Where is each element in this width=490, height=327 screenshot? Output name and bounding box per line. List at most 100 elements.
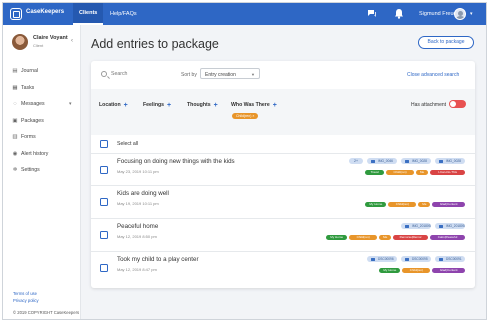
attachment-chip[interactable]: IMG_0028 [401,158,431,164]
nav-help-faqs[interactable]: Help/FAQs [110,11,137,17]
page-title: Add entries to package [91,37,219,51]
who-filter-tag[interactable]: Child(ren) × [232,113,259,119]
plus-icon[interactable]: + [124,102,128,109]
bell-icon[interactable] [394,8,404,19]
sidebar: Claire Voyant Client ‹ ▤ Journal ▦ Tasks ◌ Me… [3,25,81,319]
entry-row: Kids are doing well May 19, 2019 10:11 pm… [91,185,475,218]
image-icon [405,224,409,228]
image-icon [439,257,443,261]
attachment-chip[interactable]: DSC00096 [367,256,397,262]
forms-icon: ▥ [12,134,18,140]
filter-label: Feelings [143,102,165,108]
attachment-chip[interactable]: IMG_20180927_1... [401,223,431,229]
entry-checkbox[interactable] [100,231,108,239]
sidebar-item-alert-history[interactable]: ◉ Alert history [3,146,81,163]
entry-title[interactable]: Focusing on doing new things with the ki… [117,158,235,165]
messages-icon: ◌ [13,101,17,107]
packages-icon: ▣ [12,117,18,124]
entry-date: May 12, 2019 8:47 pm [117,267,157,272]
terms-link[interactable]: Terms of use [13,291,37,296]
entry-title[interactable]: Kids are doing well [117,190,169,197]
sidebar-menu: ▤ Journal ▦ Tasks ◌ Messages ▾ ▣ Packages ▥ Forms ◉… [3,63,81,179]
app-window: CaseKeepers Clients Help/FAQs Sigmund Fr… [2,2,487,320]
attachment-chip[interactable]: DSC00091 [435,256,465,262]
attachment-chip[interactable]: IMG_20180927_1... [435,223,465,229]
entry-date: May 23, 2019 10:11 pm [117,169,159,174]
attachment-name: IMG_20180927_1... [412,224,431,228]
entry-date: May 12, 2019 8:50 pm [117,234,157,239]
entries-card: Sort by Entry creation ▼ Close advanced … [91,61,475,288]
plus-icon[interactable]: + [273,102,277,109]
tag-chip: My Home [326,235,348,240]
tag-label: Child(ren) [236,114,252,118]
sidebar-item-settings[interactable]: ✲ Settings [3,162,81,179]
entry-checkbox[interactable] [100,198,108,206]
filter-label: Location [99,102,121,108]
has-attachment-toggle[interactable] [449,100,466,108]
filter-who-was-there[interactable]: Who Was There + [231,101,277,109]
back-to-package-button[interactable]: Back to package [418,36,474,49]
sidebar-item-label: Forms [21,134,36,140]
entry-checkbox[interactable] [100,264,108,272]
journal-icon: ▤ [12,68,18,74]
sort-select[interactable]: Entry creation ▼ [200,68,260,79]
sort-label: Sort by [181,72,197,78]
attachment-chip[interactable]: IMG_0046 [367,158,397,164]
tag-chip: Glad|Content [432,202,465,207]
copyright-text: © 2019 COPYRIGHT CaseKeepers [13,310,80,315]
close-advanced-search-link[interactable]: Close advanced search [407,72,459,78]
filter-feelings[interactable]: Feelings + [143,101,171,109]
tag-chip: Me [418,202,431,207]
entry-row: Took my child to a play center May 12, 20… [91,251,475,284]
tag-chip: Calm|Peaceful [430,235,465,240]
filter-location[interactable]: Location + [99,101,128,109]
image-icon [371,257,375,261]
sort-value: Entry creation [205,71,236,78]
close-icon[interactable]: × [252,114,254,118]
sidebar-item-journal[interactable]: ▤ Journal [3,63,81,80]
entry-checkbox[interactable] [100,166,108,174]
more-attachments-count[interactable]: 2+ [349,158,363,164]
tag-chip: Child(ren) [349,235,378,240]
privacy-link[interactable]: Privacy policy [13,298,39,303]
chat-icon[interactable] [367,8,377,18]
user-name[interactable]: Sigmund Freud [419,11,457,17]
select-all-checkbox[interactable] [100,140,108,148]
plus-icon[interactable]: + [167,102,171,109]
attachment-name: DSC00091 [446,257,462,261]
entry-row: Peaceful home May 12, 2019 8:50 pm IMG_201… [91,218,475,251]
brand-name: CaseKeepers [26,9,65,15]
search-input[interactable] [111,69,171,78]
entry-title[interactable]: Peaceful home [117,223,158,230]
sidebar-item-label: Packages [21,117,44,124]
image-icon [371,159,375,163]
user-menu-caret-icon[interactable]: ▾ [470,11,473,17]
client-avatar [12,34,28,50]
filter-thoughts[interactable]: Thoughts + [187,101,218,109]
image-icon [439,159,443,163]
sidebar-item-label: Settings [21,167,40,173]
attachment-name: IMG_0046 [378,159,393,163]
attachment-chip[interactable]: IMG_0028 [435,158,465,164]
collapse-chevron-icon[interactable]: ‹ [71,38,73,44]
client-role: Client [33,43,44,48]
sidebar-item-tasks[interactable]: ▦ Tasks [3,80,81,97]
sidebar-item-label: Messages [21,101,45,107]
tag-chip: Child(ren) [402,268,431,273]
top-navbar: CaseKeepers Clients Help/FAQs Sigmund Fr… [3,3,486,25]
chevron-down-icon: ▼ [251,71,255,77]
tag-chip: Glad|Content [432,268,465,273]
attachment-name: IMG_0028 [446,159,461,163]
plus-icon[interactable]: + [214,102,218,109]
user-avatar[interactable] [454,8,466,20]
search-icon [101,71,107,77]
sidebar-item-packages[interactable]: ▣ Packages [3,113,81,130]
select-all-label: Select all [117,141,139,147]
tag-chip: My Home [365,202,387,207]
attachment-chip[interactable]: DSC00095 [401,256,431,262]
sidebar-item-forms[interactable]: ▥ Forms [3,129,81,146]
entry-title[interactable]: Took my child to a play center [117,256,199,263]
sidebar-item-messages[interactable]: ◌ Messages ▾ [3,96,81,113]
nav-clients[interactable]: Clients [73,3,104,25]
tag-chip: Me [379,235,392,240]
